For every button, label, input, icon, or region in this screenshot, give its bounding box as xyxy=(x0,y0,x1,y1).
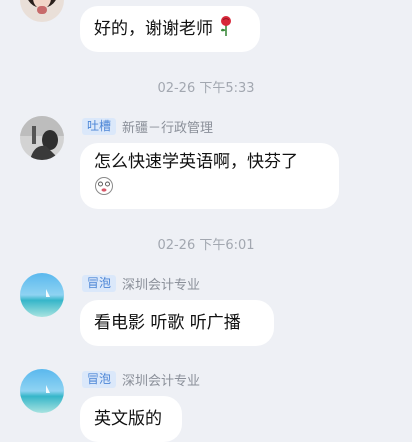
message-text: 怎么快速学英语啊，快芬了 xyxy=(94,151,298,172)
sender-info: 冒泡 深圳会计专业 xyxy=(82,274,200,293)
sender-badge: 冒泡 xyxy=(82,371,117,388)
message-bubble[interactable]: 英文版的 xyxy=(80,396,182,442)
sender-name[interactable]: 新疆－行政管理 xyxy=(122,117,213,136)
avatar[interactable] xyxy=(20,273,64,317)
avatar[interactable] xyxy=(20,0,64,22)
message-bubble[interactable]: 看电影 听歌 听广播 xyxy=(80,300,274,346)
dizzy-face-icon xyxy=(94,176,114,203)
timestamp: 02-26 下午6:01 xyxy=(157,238,255,253)
timestamp: 02-26 下午5:33 xyxy=(157,81,255,96)
sender-info: 吐槽 新疆－行政管理 xyxy=(82,117,213,136)
message-text: 英文版的 xyxy=(94,409,162,429)
message-text: 好的，谢谢老师 xyxy=(94,19,213,39)
message-bubble[interactable]: 怎么快速学英语啊，快芬了 xyxy=(80,143,339,209)
message-bubble[interactable]: 好的，谢谢老师 xyxy=(80,6,260,52)
avatar[interactable] xyxy=(20,369,64,413)
rose-icon xyxy=(219,15,233,44)
sender-info: 冒泡 深圳会计专业 xyxy=(82,370,200,389)
sender-name[interactable]: 深圳会计专业 xyxy=(122,274,200,293)
sender-name[interactable]: 深圳会计专业 xyxy=(122,370,200,389)
sender-badge: 冒泡 xyxy=(82,275,117,292)
sender-badge: 吐槽 xyxy=(82,118,117,135)
message-text: 看电影 听歌 听广播 xyxy=(94,313,241,333)
avatar[interactable] xyxy=(20,116,64,160)
